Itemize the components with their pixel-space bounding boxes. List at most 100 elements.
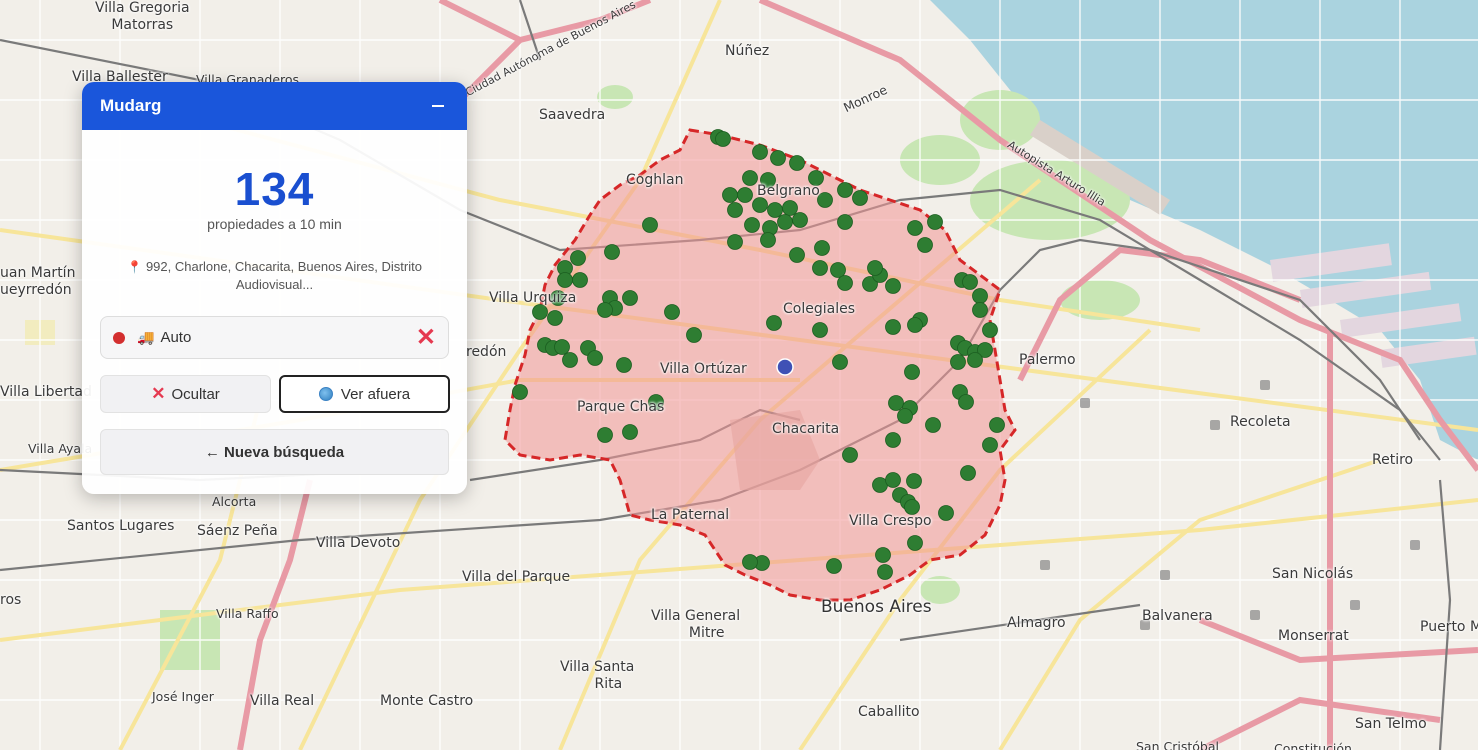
map-label: Palermo xyxy=(1019,352,1076,368)
property-marker[interactable] xyxy=(837,214,853,230)
property-marker[interactable] xyxy=(842,447,858,463)
map-label: Saavedra xyxy=(539,107,606,123)
map-label: Villa Ortúzar xyxy=(660,361,747,377)
property-marker[interactable] xyxy=(885,472,901,488)
property-marker[interactable] xyxy=(547,310,563,326)
map-label: Retiro xyxy=(1372,452,1414,468)
property-marker[interactable] xyxy=(512,384,528,400)
property-marker[interactable] xyxy=(597,427,613,443)
property-marker[interactable] xyxy=(877,564,893,580)
property-marker[interactable] xyxy=(967,352,983,368)
property-marker[interactable] xyxy=(686,327,702,343)
property-marker[interactable] xyxy=(906,473,922,489)
view-outside-label: Ver afuera xyxy=(340,385,411,403)
property-marker[interactable] xyxy=(572,272,588,288)
property-marker[interactable] xyxy=(960,465,976,481)
property-marker[interactable] xyxy=(907,317,923,333)
property-marker[interactable] xyxy=(760,232,776,248)
property-marker[interactable] xyxy=(789,155,805,171)
property-marker[interactable] xyxy=(782,200,798,216)
map-label: Villa Crespo xyxy=(849,513,932,529)
property-marker[interactable] xyxy=(812,260,828,276)
property-marker[interactable] xyxy=(885,432,901,448)
property-marker[interactable] xyxy=(742,554,758,570)
property-marker[interactable] xyxy=(587,350,603,366)
property-marker[interactable] xyxy=(938,505,954,521)
property-marker[interactable] xyxy=(962,274,978,290)
property-marker[interactable] xyxy=(958,394,974,410)
map-label: Alcorta xyxy=(212,494,257,509)
property-marker[interactable] xyxy=(622,290,638,306)
property-marker[interactable] xyxy=(727,234,743,250)
address-value: 992, Charlone, Chacarita, Buenos Aires, … xyxy=(145,259,422,292)
property-marker[interactable] xyxy=(752,144,768,160)
property-marker[interactable] xyxy=(766,315,782,331)
close-icon: ✕ xyxy=(151,384,166,403)
property-marker[interactable] xyxy=(814,240,830,256)
property-marker[interactable] xyxy=(904,364,920,380)
property-marker[interactable] xyxy=(837,182,853,198)
map-label: Balvanera xyxy=(1142,608,1213,624)
property-marker[interactable] xyxy=(715,131,731,147)
map-label-pueyrredon: uan Martín ueyrredón xyxy=(0,265,76,298)
hide-button[interactable]: ✕ Ocultar xyxy=(100,375,271,413)
property-marker[interactable] xyxy=(664,304,680,320)
property-marker[interactable] xyxy=(562,352,578,368)
map-label: Almagro xyxy=(1007,615,1066,631)
property-marker[interactable] xyxy=(972,302,988,318)
property-marker[interactable] xyxy=(767,202,783,218)
map-label: Parque Chas xyxy=(577,399,665,415)
property-marker[interactable] xyxy=(789,247,805,263)
property-marker[interactable] xyxy=(837,275,853,291)
property-marker[interactable] xyxy=(616,357,632,373)
property-marker[interactable] xyxy=(832,354,848,370)
minimize-button[interactable] xyxy=(427,95,449,117)
map-label: Monte Castro xyxy=(380,693,474,709)
property-marker[interactable] xyxy=(826,558,842,574)
property-marker[interactable] xyxy=(927,214,943,230)
remove-mode-button[interactable]: ✕ xyxy=(416,325,436,350)
property-marker[interactable] xyxy=(888,395,904,411)
view-outside-button[interactable]: Ver afuera xyxy=(279,375,450,413)
property-marker[interactable] xyxy=(727,202,743,218)
map-label: Recoleta xyxy=(1230,414,1291,430)
property-marker[interactable] xyxy=(830,262,846,278)
property-marker[interactable] xyxy=(875,547,891,563)
property-marker[interactable] xyxy=(982,322,998,338)
property-marker[interactable] xyxy=(722,187,738,203)
property-marker[interactable] xyxy=(867,260,883,276)
property-marker[interactable] xyxy=(570,250,586,266)
property-marker[interactable] xyxy=(642,217,658,233)
property-marker[interactable] xyxy=(925,417,941,433)
property-marker[interactable] xyxy=(907,220,923,236)
property-marker[interactable] xyxy=(744,217,760,233)
property-marker[interactable] xyxy=(742,170,758,186)
property-marker[interactable] xyxy=(950,354,966,370)
map-label: Caballito xyxy=(858,704,920,720)
minus-icon xyxy=(432,105,444,107)
property-marker[interactable] xyxy=(557,272,573,288)
property-marker[interactable] xyxy=(792,212,808,228)
property-marker[interactable] xyxy=(982,437,998,453)
new-search-button[interactable]: ← Nueva búsqueda xyxy=(100,429,449,475)
property-marker[interactable] xyxy=(770,150,786,166)
property-marker[interactable] xyxy=(554,339,570,355)
property-marker[interactable] xyxy=(812,322,828,338)
property-marker[interactable] xyxy=(852,190,868,206)
property-marker[interactable] xyxy=(907,535,923,551)
property-marker[interactable] xyxy=(777,214,793,230)
property-marker[interactable] xyxy=(737,187,753,203)
panel-header: Mudarg xyxy=(82,82,467,130)
address-text: 📍 992, Charlone, Chacarita, Buenos Aires,… xyxy=(122,258,427,294)
property-marker[interactable] xyxy=(885,319,901,335)
property-marker[interactable] xyxy=(604,244,620,260)
property-marker[interactable] xyxy=(972,288,988,304)
property-marker[interactable] xyxy=(897,408,913,424)
search-center-marker[interactable] xyxy=(776,358,794,376)
property-marker[interactable] xyxy=(597,302,613,318)
map-label: Monserrat xyxy=(1278,628,1349,644)
property-marker[interactable] xyxy=(917,237,933,253)
property-marker[interactable] xyxy=(622,424,638,440)
property-marker[interactable] xyxy=(885,278,901,294)
property-marker[interactable] xyxy=(989,417,1005,433)
